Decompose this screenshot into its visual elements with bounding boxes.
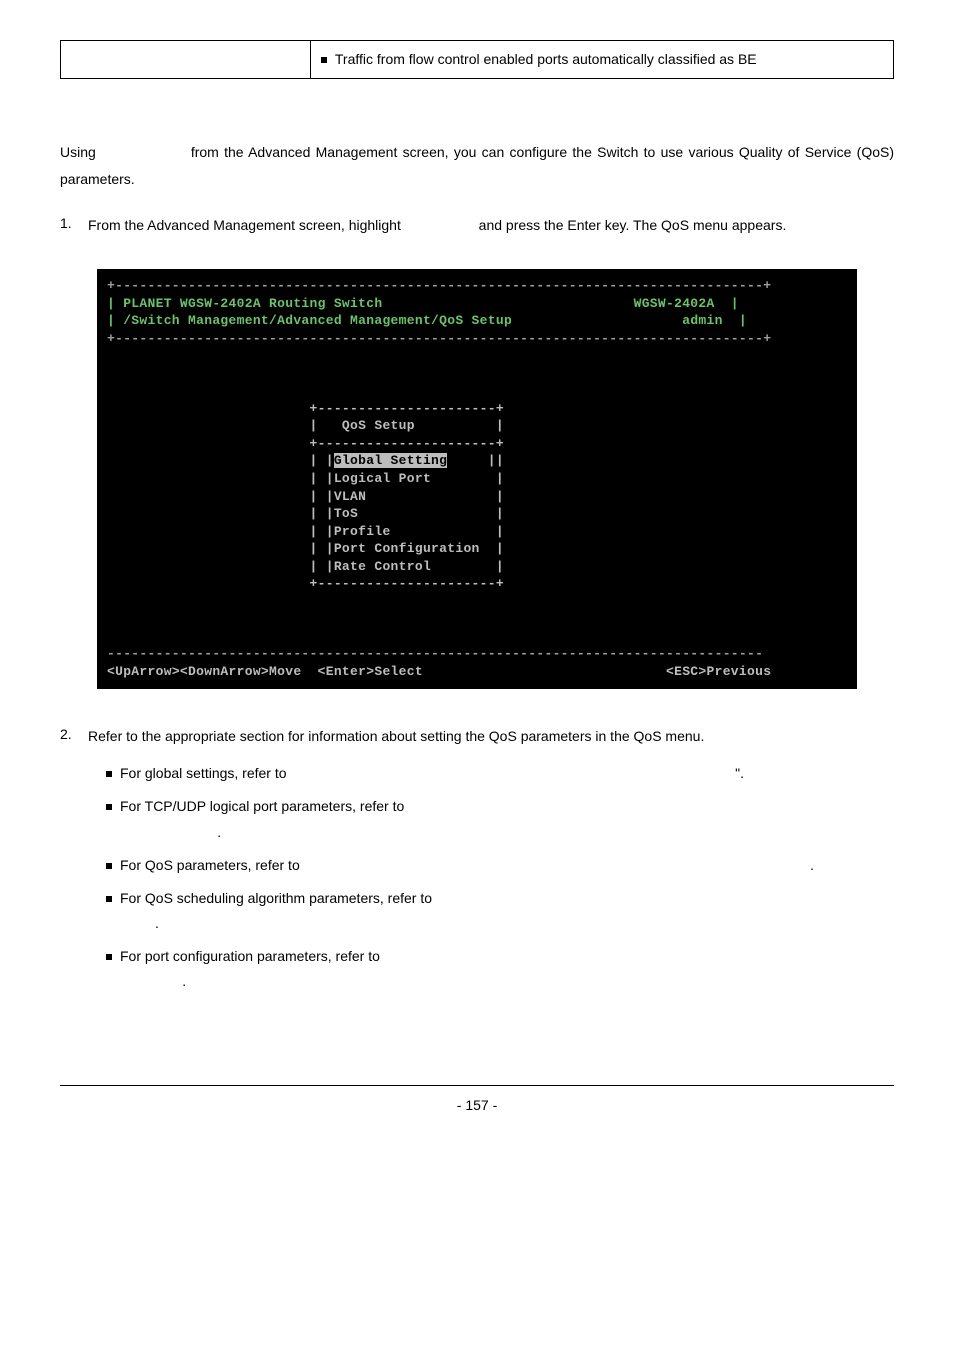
step-1-text: From the Advanced Management screen, hig…	[88, 212, 894, 239]
bullet-portcfg: For port configuration parameters, refer…	[106, 944, 894, 994]
bullet-dot-icon	[106, 896, 112, 902]
term-box-end: +----------------------+	[107, 576, 504, 591]
b2b: .	[217, 824, 221, 840]
note-left-cell	[61, 41, 311, 79]
terminal-content: +---------------------------------------…	[97, 269, 857, 689]
intro-body: from the Advanced Management screen, you…	[60, 144, 894, 187]
term-rate: | |Rate Control |	[107, 559, 504, 574]
step-2-text: Refer to the appropriate section for inf…	[88, 723, 894, 750]
note-bullet-line: Traffic from flow control enabled ports …	[321, 47, 883, 72]
term-g1a: | |	[107, 453, 334, 468]
bullet-global-text: For global settings, refer to ".	[120, 761, 894, 786]
step-1-line2: menu appears.	[693, 217, 786, 233]
b4b: .	[155, 915, 159, 931]
note-right-cell: Traffic from flow control enabled ports …	[310, 41, 893, 79]
b1b: ".	[735, 761, 894, 786]
term-global-setting: Global Setting	[334, 453, 447, 468]
note-table: Traffic from flow control enabled ports …	[60, 40, 894, 79]
term-box-sep: +----------------------+	[107, 436, 504, 451]
term-vlan: | |VLAN |	[107, 489, 504, 504]
b2a: For TCP/UDP logical port parameters, ref…	[120, 798, 404, 814]
bullet-portcfg-text: For port configuration parameters, refer…	[120, 944, 380, 994]
step-1-number: 1.	[60, 212, 88, 239]
b3b: .	[810, 853, 894, 878]
bullet-sched-text: For QoS scheduling algorithm parameters,…	[120, 886, 432, 936]
bullet-dot-icon	[106, 804, 112, 810]
step-1: 1. From the Advanced Management screen, …	[60, 212, 894, 239]
term-tos: | |ToS |	[107, 506, 504, 521]
note-text: Traffic from flow control enabled ports …	[335, 47, 757, 72]
term-top-rule: +---------------------------------------…	[107, 278, 771, 293]
term-logical: | |Logical Port |	[107, 471, 504, 486]
b1a: For global settings, refer to	[120, 761, 287, 786]
term-portcfg: | |Port Configuration |	[107, 541, 504, 556]
term-hdr1r: WGSW-2402A |	[634, 296, 739, 311]
b3a: For QoS parameters, refer to	[120, 853, 300, 878]
term-hdr2: | /Switch Management/Advanced Management…	[107, 313, 512, 328]
b5b: .	[182, 973, 186, 989]
bullet-dot-icon	[106, 954, 112, 960]
term-profile: | |Profile |	[107, 524, 504, 539]
page-footer: - 157 -	[60, 1085, 894, 1116]
bullet-qos: For QoS parameters, refer to .	[106, 853, 894, 878]
term-hdr1: | PLANET WGSW-2402A Routing Switch	[107, 296, 382, 311]
term-g1c: ||	[447, 453, 504, 468]
intro-paragraph: Using from the Advanced Management scree…	[60, 139, 894, 192]
step-2-body: Refer to the appropriate section for inf…	[88, 728, 704, 744]
b4a: For QoS scheduling algorithm parameters,…	[120, 890, 432, 906]
bullet-sched: For QoS scheduling algorithm parameters,…	[106, 886, 894, 936]
terminal-screenshot: +---------------------------------------…	[60, 269, 894, 689]
term-hdr2r: admin |	[682, 313, 747, 328]
bullet-global: For global settings, refer to ".	[106, 761, 894, 786]
intro-using: Using	[60, 144, 96, 160]
bullet-qos-text: For QoS parameters, refer to .	[120, 853, 894, 878]
step-2: 2. Refer to the appropriate section for …	[60, 723, 894, 750]
bullet-tcpudp-text: For TCP/UDP logical port parameters, ref…	[120, 794, 404, 844]
term-nav: <UpArrow><DownArrow>Move <Enter>Select <…	[107, 664, 771, 679]
step-1-line1b: and press the Enter key. The QoS	[479, 217, 689, 233]
term-mid-rule: +---------------------------------------…	[107, 331, 771, 346]
b5a: For port configuration parameters, refer…	[120, 948, 380, 964]
bullet-dot-icon	[106, 771, 112, 777]
step-1-line1a: From the Advanced Management screen, hig…	[88, 217, 401, 233]
step-2-number: 2.	[60, 723, 88, 750]
bullet-tcpudp: For TCP/UDP logical port parameters, ref…	[106, 794, 894, 844]
step-2-bullets: For global settings, refer to ". For TCP…	[106, 761, 894, 995]
bullet-dot-icon	[321, 57, 327, 63]
term-box-top: +----------------------+	[107, 401, 504, 416]
page-number: - 157 -	[457, 1097, 497, 1113]
term-bottom-rule: ----------------------------------------…	[107, 646, 763, 661]
bullet-dot-icon	[106, 863, 112, 869]
term-box-title: | QoS Setup |	[107, 418, 504, 433]
